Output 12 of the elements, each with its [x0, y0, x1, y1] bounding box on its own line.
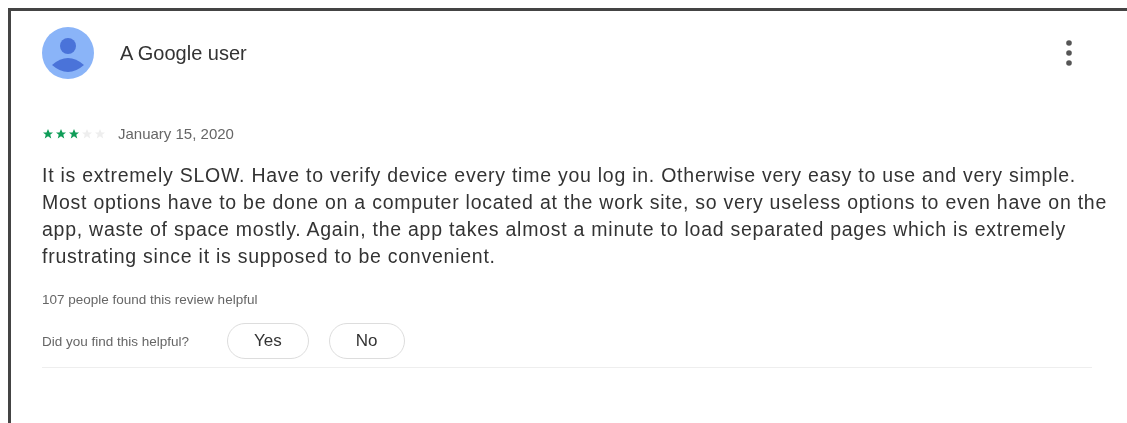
- review-date: January 15, 2020: [118, 125, 234, 142]
- helpful-count: 107 people found this review helpful: [42, 292, 259, 307]
- no-button[interactable]: No: [328, 323, 405, 359]
- star-icon: [42, 127, 54, 140]
- helpful-prompt: Did you find this helpful?: [42, 333, 190, 349]
- author-name: A Google user: [120, 41, 248, 65]
- star-icon: [68, 127, 80, 140]
- review-text: It is extremely SLOW. Have to verify device every time you log in. Otherwise very easy to use and very simple. Most options have to be done on a computer located at the work site, so very useless options to even have on the app, waste of space mostly. Again, the app takes almost a minute to load separated pages which is extremely frustrating since it is supposed to be convenient.: [42, 163, 1108, 269]
- star-icon: [55, 127, 67, 140]
- more-options-icon[interactable]: [1066, 40, 1072, 66]
- avatar-icon: [42, 27, 94, 79]
- yes-button[interactable]: Yes: [227, 323, 309, 359]
